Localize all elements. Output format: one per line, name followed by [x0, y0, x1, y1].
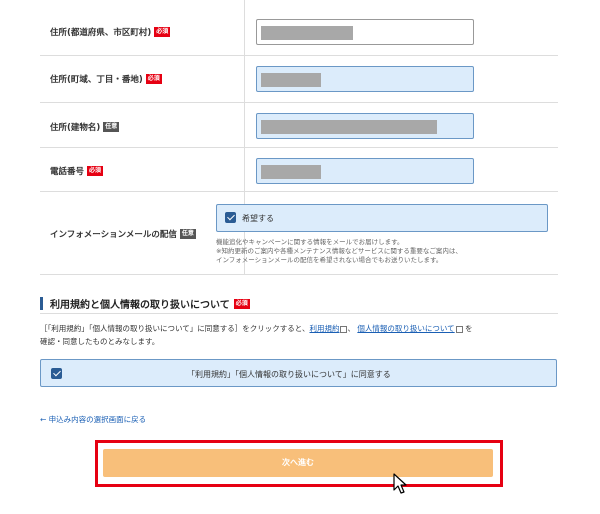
terms-agree-label: 「利用規約」「個人情報の取り扱いについて」に同意する — [187, 370, 391, 379]
redacted-value — [261, 165, 321, 179]
terms-section-title: 利用規約と個人情報の取り扱いについて 必須 — [40, 297, 250, 311]
terms-text-line2: 確認・同意したものとみなします。 — [40, 337, 160, 346]
field-label-text: 住所(町域、丁目・番地) — [50, 75, 143, 85]
label-cell: インフォメーションメールの配信 任意 — [40, 192, 245, 274]
external-link-icon — [455, 325, 463, 333]
field-label-text: 住所(建物名) — [50, 123, 101, 133]
info-mail-note-line-1: 機能追化やキャンペーンに関する情報をメールでお届けします。 — [216, 238, 404, 246]
label-cell: 電話番号 必須 — [40, 148, 245, 191]
phone-input[interactable] — [256, 158, 474, 184]
field-label: 住所(建物名) 任意 — [50, 121, 120, 133]
required-badge: 必須 — [154, 27, 171, 37]
terms-of-use-link[interactable]: 利用規約 — [309, 324, 339, 333]
optional-badge: 任意 — [179, 229, 196, 239]
field-label-text: インフォメーションメールの配信 — [50, 230, 177, 240]
info-mail-note-line-2: ※知約更新のご案内や各種メンテナンス情報などサービスに関する重要なご案内は、 — [216, 247, 462, 255]
terms-agree-checkbox[interactable] — [51, 368, 62, 379]
info-mail-note-line-3: インフォメーションメールの配信を希望されない場合でもお送りいたします。 — [216, 256, 443, 264]
terms-title-text: 利用規約と個人情報の取り扱いについて — [50, 300, 230, 311]
label-cell: 住所(町域、丁目・番地) 必須 — [40, 56, 245, 102]
field-label: 住所(町域、丁目・番地) 必須 — [50, 73, 162, 85]
field-label: 電話番号 必須 — [50, 165, 104, 177]
label-cell: 住所(都道府県、市区町村) 必須 — [40, 0, 245, 55]
terms-text-after: を — [465, 324, 473, 333]
building-input[interactable] — [256, 113, 474, 139]
prefecture-city-input[interactable] — [256, 19, 474, 45]
terms-separator: 、 — [347, 324, 355, 333]
field-label: インフォメーションメールの配信 任意 — [50, 228, 196, 240]
terms-text-before: ［「利用規約」「個人情報の取り扱いについて」に同意する］をクリックすると、 — [40, 324, 310, 333]
street-input[interactable] — [256, 66, 474, 92]
back-to-selection-link[interactable]: ← 申込み内容の選択画面に戻る — [40, 414, 146, 425]
redacted-value — [261, 26, 353, 40]
privacy-policy-link[interactable]: 個人情報の取り扱いについて — [357, 324, 454, 333]
required-badge: 必須 — [233, 298, 250, 309]
required-badge: 必須 — [87, 166, 104, 176]
terms-description: ［「利用規約」「個人情報の取り扱いについて」に同意する］をクリックすると、利用規… — [40, 322, 560, 348]
form-row-street: 住所(町域、丁目・番地) 必須 — [40, 56, 558, 103]
field-label-text: 住所(都道府県、市区町村) — [50, 28, 152, 38]
address-form: 住所(都道府県、市区町村) 必須 住所(町域、丁目・番地) 必須 住所(建物名)… — [40, 0, 558, 275]
info-mail-checkbox-label: 希望する — [242, 214, 274, 223]
form-row-phone: 電話番号 必須 — [40, 148, 558, 192]
info-mail-checkbox[interactable] — [225, 212, 236, 223]
label-cell: 住所(建物名) 任意 — [40, 103, 245, 147]
section-divider — [40, 313, 558, 314]
optional-badge: 任意 — [103, 122, 120, 132]
redacted-value — [261, 73, 321, 87]
required-badge: 必須 — [145, 74, 162, 84]
info-mail-option[interactable]: 希望する — [216, 204, 548, 232]
mouse-pointer-icon — [393, 473, 407, 494]
field-label: 住所(都道府県、市区町村) 必須 — [50, 26, 171, 38]
form-row-prefecture-city: 住所(都道府県、市区町村) 必須 — [40, 0, 558, 56]
form-row-building: 住所(建物名) 任意 — [40, 103, 558, 148]
terms-agree-option[interactable]: 「利用規約」「個人情報の取り扱いについて」に同意する — [40, 359, 557, 387]
next-button[interactable]: 次へ進む — [103, 449, 493, 477]
redacted-value — [261, 120, 437, 134]
field-label-text: 電話番号 — [50, 167, 85, 177]
